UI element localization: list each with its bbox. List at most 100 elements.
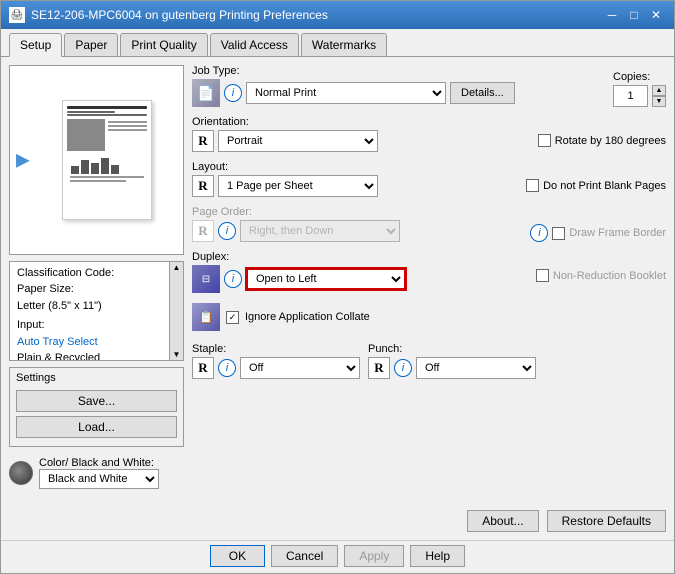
- orientation-select[interactable]: Portrait Landscape: [218, 130, 378, 152]
- page-order-row: Page Order: R i Right, then Down Down, t…: [192, 206, 666, 242]
- details-button[interactable]: Details...: [450, 82, 515, 104]
- settings-group: Settings Save... Load...: [9, 367, 184, 447]
- tab-print-quality[interactable]: Print Quality: [120, 33, 207, 56]
- copies-block: Copies: ▲ ▼: [613, 71, 666, 107]
- window-title: SE12-206-MPC6004 on gutenberg Printing P…: [31, 8, 328, 22]
- rotate-checkbox[interactable]: [538, 134, 551, 147]
- punch-info-icon[interactable]: i: [394, 359, 412, 377]
- save-button[interactable]: Save...: [16, 390, 177, 412]
- copies-input[interactable]: [613, 85, 648, 107]
- punch-select[interactable]: Off 2 Holes 3 Holes: [416, 357, 536, 379]
- apply-button[interactable]: Apply: [344, 545, 404, 567]
- about-button[interactable]: About...: [467, 510, 538, 532]
- job-type-label: Job Type:: [192, 65, 605, 77]
- duplex-select[interactable]: None Open to Left Open to Top: [246, 268, 406, 290]
- job-copies-row: Job Type: 📄 i Normal Print Locked Print …: [192, 65, 666, 107]
- job-type-block: Job Type: 📄 i Normal Print Locked Print …: [192, 65, 605, 107]
- no-blank-label: Do not Print Blank Pages: [543, 180, 666, 192]
- cancel-button[interactable]: Cancel: [271, 545, 338, 567]
- page-order-block: Page Order: R i Right, then Down Down, t…: [192, 206, 522, 242]
- non-reduction-label: Non-Reduction Booklet: [553, 270, 666, 282]
- ignore-collate-checkbox[interactable]: [226, 311, 239, 324]
- maximize-button[interactable]: □: [624, 5, 644, 25]
- about-restore-row: About... Restore Defaults: [192, 506, 666, 532]
- main-window: 🖨 SE12-206-MPC6004 on gutenberg Printing…: [0, 0, 675, 574]
- window-icon: 🖨: [9, 7, 25, 23]
- input-value[interactable]: Auto Tray Select: [17, 334, 163, 351]
- rotate-label: Rotate by 180 degrees: [555, 135, 666, 147]
- preview-arrow-icon: ▶: [16, 150, 30, 171]
- copies-label: Copies:: [613, 71, 666, 83]
- non-reduction-checkbox[interactable]: [536, 269, 549, 282]
- punch-reset-icon: R: [368, 357, 390, 379]
- orientation-row: Orientation: R Portrait Landscape Rotate…: [192, 116, 666, 152]
- copies-down-btn[interactable]: ▼: [652, 96, 666, 107]
- duplex-row: Duplex: ⊟ i None Open to Left Open to To…: [192, 251, 666, 293]
- non-reduction-block: Non-Reduction Booklet: [536, 251, 666, 282]
- page-order-select[interactable]: Right, then Down Down, then Right: [240, 220, 400, 242]
- footer-bar: OK Cancel Apply Help: [1, 540, 674, 573]
- job-type-icon: 📄: [192, 79, 220, 107]
- layout-block: Layout: R 1 Page per Sheet 2 Pages per S…: [192, 161, 518, 197]
- paper-size-value: Letter (8.5" x 11"): [17, 298, 163, 315]
- layout-reset-icon: R: [192, 175, 214, 197]
- input-label: Input:: [17, 317, 163, 334]
- draw-frame-info-icon[interactable]: i: [530, 224, 548, 242]
- layout-row: Layout: R 1 Page per Sheet 2 Pages per S…: [192, 161, 666, 197]
- copies-up-btn[interactable]: ▲: [652, 85, 666, 96]
- right-panel: Job Type: 📄 i Normal Print Locked Print …: [192, 65, 666, 532]
- classification-scrollbar[interactable]: ▲ ▼: [169, 262, 183, 360]
- staple-select[interactable]: Off 1 Staple 2 Staples: [240, 357, 360, 379]
- staple-reset-icon: R: [192, 357, 214, 379]
- page-order-label: Page Order:: [192, 206, 522, 218]
- help-button[interactable]: Help: [410, 545, 465, 567]
- paper-size-label: Paper Size:: [17, 281, 163, 298]
- title-bar: 🖨 SE12-206-MPC6004 on gutenberg Printing…: [1, 1, 674, 29]
- load-button[interactable]: Load...: [16, 416, 177, 438]
- color-icon: [9, 461, 33, 485]
- staple-block: Staple: R i Off 1 Staple 2 Staples: [192, 343, 360, 379]
- scroll-up-btn[interactable]: ▲: [172, 262, 182, 273]
- collate-icon: 📋: [192, 303, 220, 331]
- tab-setup[interactable]: Setup: [9, 33, 62, 57]
- classification-content: Paper Size: Letter (8.5" x 11") Input: A…: [17, 281, 177, 361]
- preview-document: [62, 100, 152, 220]
- draw-frame-block: i Draw Frame Border: [530, 206, 666, 242]
- color-section: Color/ Black and White: Black and White …: [9, 457, 184, 492]
- ok-button[interactable]: OK: [210, 545, 265, 567]
- duplex-label: Duplex:: [192, 251, 528, 263]
- restore-defaults-button[interactable]: Restore Defaults: [547, 510, 666, 532]
- punch-label: Punch:: [368, 343, 536, 355]
- draw-frame-checkbox[interactable]: [552, 227, 565, 240]
- close-button[interactable]: ✕: [646, 5, 666, 25]
- minimize-button[interactable]: ─: [602, 5, 622, 25]
- tab-valid-access[interactable]: Valid Access: [210, 33, 299, 56]
- ignore-collate-label: Ignore Application Collate: [245, 311, 370, 323]
- staple-info-icon[interactable]: i: [218, 359, 236, 377]
- no-blank-check-block: Do not Print Blank Pages: [526, 161, 666, 192]
- orientation-block: Orientation: R Portrait Landscape: [192, 116, 530, 152]
- color-label: Color/ Black and White:: [39, 457, 159, 469]
- tab-bar: Setup Paper Print Quality Valid Access W…: [1, 29, 674, 57]
- duplex-info-icon[interactable]: i: [224, 270, 242, 288]
- staple-label: Staple:: [192, 343, 360, 355]
- layout-select[interactable]: 1 Page per Sheet 2 Pages per Sheet 4 Pag…: [218, 175, 378, 197]
- tab-watermarks[interactable]: Watermarks: [301, 33, 387, 56]
- scroll-down-btn[interactable]: ▼: [172, 349, 182, 360]
- classification-title: Classification Code:: [17, 267, 177, 279]
- main-content: ▶: [1, 57, 674, 540]
- color-select[interactable]: Black and White Color Auto: [39, 469, 159, 489]
- settings-title: Settings: [16, 372, 177, 384]
- punch-block: Punch: R i Off 2 Holes 3 Holes: [368, 343, 536, 379]
- rotate-check-block: Rotate by 180 degrees: [538, 116, 666, 147]
- job-type-info-icon[interactable]: i: [224, 84, 242, 102]
- ignore-collate-row: 📋 Ignore Application Collate: [192, 303, 666, 331]
- duplex-icon: ⊟: [192, 265, 220, 293]
- left-panel: ▶: [9, 65, 184, 532]
- page-order-info-icon[interactable]: i: [218, 222, 236, 240]
- no-blank-checkbox[interactable]: [526, 179, 539, 192]
- orientation-reset-icon: R: [192, 130, 214, 152]
- duplex-block: Duplex: ⊟ i None Open to Left Open to To…: [192, 251, 528, 293]
- tab-paper[interactable]: Paper: [64, 33, 118, 56]
- job-type-select[interactable]: Normal Print Locked Print Hold Print Sto…: [246, 82, 446, 104]
